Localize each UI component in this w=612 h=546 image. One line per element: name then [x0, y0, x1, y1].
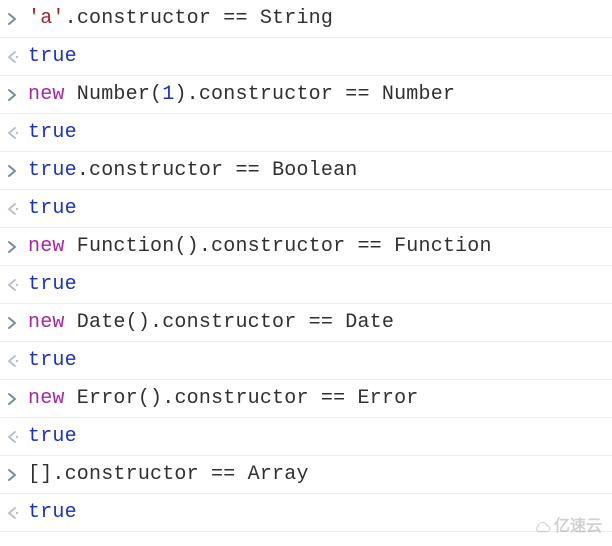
- console-output-value: true: [28, 198, 608, 220]
- result-arrow-icon: [6, 278, 28, 292]
- console-input-row[interactable]: [].constructor == Array: [0, 456, 612, 494]
- code-token: true: [28, 197, 77, 220]
- code-token: Function: [65, 235, 175, 258]
- console-output-row: true: [0, 418, 612, 456]
- prompt-arrow-icon: [6, 468, 28, 482]
- code-token: new: [28, 311, 65, 334]
- console-input-code: [].constructor == Array: [28, 464, 608, 486]
- code-token: ==: [309, 387, 358, 410]
- console-input-code: new Function().constructor == Function: [28, 236, 608, 258]
- console-input-code: new Error().constructor == Error: [28, 388, 608, 410]
- result-arrow-icon: [6, 202, 28, 216]
- code-token: Error: [65, 387, 138, 410]
- console-output-row: true: [0, 494, 612, 532]
- code-token: []: [28, 463, 52, 486]
- code-token: constructor: [211, 235, 345, 258]
- code-token: ==: [333, 83, 382, 106]
- prompt-arrow-icon: [6, 88, 28, 102]
- code-token: ==: [223, 159, 272, 182]
- code-token: Function: [394, 235, 492, 258]
- console-output-row: true: [0, 38, 612, 76]
- code-token: ().: [126, 311, 163, 334]
- console-output-value: true: [28, 350, 608, 372]
- console-output-value: true: [28, 46, 608, 68]
- code-token: 'a': [28, 7, 65, 30]
- code-token: true: [28, 349, 77, 372]
- code-token: ==: [211, 7, 260, 30]
- code-token: constructor: [65, 463, 199, 486]
- console-input-code: new Number(1).constructor == Number: [28, 84, 608, 106]
- prompt-arrow-icon: [6, 316, 28, 330]
- code-token: ==: [345, 235, 394, 258]
- code-token: true: [28, 159, 77, 182]
- code-token: new: [28, 235, 65, 258]
- code-token: constructor: [199, 83, 333, 106]
- console-output-row: true: [0, 114, 612, 152]
- code-token: ().: [138, 387, 175, 410]
- code-token: true: [28, 45, 77, 68]
- console-output-value: true: [28, 426, 608, 448]
- code-token: true: [28, 121, 77, 144]
- result-arrow-icon: [6, 50, 28, 64]
- console-input-code: 'a'.constructor == String: [28, 8, 608, 30]
- result-arrow-icon: [6, 354, 28, 368]
- code-token: constructor: [162, 311, 296, 334]
- prompt-arrow-icon: [6, 12, 28, 26]
- code-token: constructor: [89, 159, 223, 182]
- code-token: Number: [382, 83, 455, 106]
- code-token: ==: [296, 311, 345, 334]
- console-output-value: true: [28, 502, 608, 524]
- prompt-arrow-icon: [6, 240, 28, 254]
- console-output-row: true: [0, 342, 612, 380]
- console-input-row[interactable]: true.constructor == Boolean: [0, 152, 612, 190]
- code-token: String: [260, 7, 333, 30]
- result-arrow-icon: [6, 430, 28, 444]
- code-token: .: [77, 159, 89, 182]
- prompt-arrow-icon: [6, 392, 28, 406]
- console-output-row: true: [0, 190, 612, 228]
- code-token: Boolean: [272, 159, 357, 182]
- console-input-row[interactable]: new Number(1).constructor == Number: [0, 76, 612, 114]
- console-output-value: true: [28, 274, 608, 296]
- console-input-row[interactable]: 'a'.constructor == String: [0, 0, 612, 38]
- result-arrow-icon: [6, 126, 28, 140]
- console-output-row: true: [0, 266, 612, 304]
- code-token: new: [28, 387, 65, 410]
- code-token: ).: [174, 83, 198, 106]
- code-token: ().: [174, 235, 211, 258]
- code-token: true: [28, 501, 77, 524]
- console-panel: 'a'.constructor == Stringtruenew Number(…: [0, 0, 612, 532]
- console-input-row[interactable]: new Function().constructor == Function: [0, 228, 612, 266]
- code-token: Array: [248, 463, 309, 486]
- console-input-row[interactable]: new Date().constructor == Date: [0, 304, 612, 342]
- code-token: .: [65, 7, 77, 30]
- code-token: 1: [162, 83, 174, 106]
- console-input-row[interactable]: new Error().constructor == Error: [0, 380, 612, 418]
- code-token: Number: [65, 83, 150, 106]
- console-input-code: new Date().constructor == Date: [28, 312, 608, 334]
- code-token: true: [28, 425, 77, 448]
- prompt-arrow-icon: [6, 164, 28, 178]
- console-input-code: true.constructor == Boolean: [28, 160, 608, 182]
- code-token: constructor: [174, 387, 308, 410]
- code-token: Date: [345, 311, 394, 334]
- code-token: .: [52, 463, 64, 486]
- code-token: new: [28, 83, 65, 106]
- code-token: constructor: [77, 7, 211, 30]
- code-token: (: [150, 83, 162, 106]
- code-token: ==: [199, 463, 248, 486]
- console-output-value: true: [28, 122, 608, 144]
- code-token: true: [28, 273, 77, 296]
- code-token: Date: [65, 311, 126, 334]
- code-token: Error: [357, 387, 418, 410]
- result-arrow-icon: [6, 506, 28, 520]
